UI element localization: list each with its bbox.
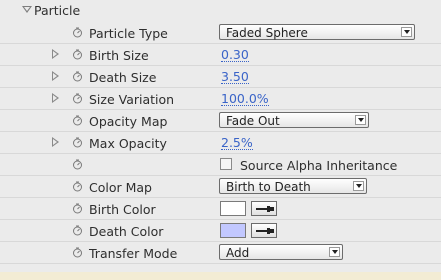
- dropdown-arrow-icon: [329, 247, 340, 257]
- row-source-alpha: Source Alpha Inheritance: [0, 154, 441, 176]
- stopwatch-icon[interactable]: [72, 71, 83, 82]
- row-death-color: Death Color: [0, 220, 441, 242]
- color-map-dropdown[interactable]: Birth to Death: [219, 178, 367, 194]
- birth-color-swatch[interactable]: [220, 201, 246, 216]
- eyedropper-icon: [256, 206, 274, 212]
- row-death-size: Death Size 3.50: [0, 66, 441, 88]
- stopwatch-icon[interactable]: [72, 115, 83, 126]
- birth-size-value[interactable]: 0.30: [221, 48, 249, 62]
- collapse-triangle-icon[interactable]: [22, 6, 32, 13]
- bottom-strip: [0, 272, 441, 280]
- row-opacity-map: Opacity Map Fade Out: [0, 110, 441, 132]
- source-alpha-checkbox[interactable]: [220, 158, 232, 170]
- row-transfer-mode: Transfer Mode Add: [0, 242, 441, 264]
- color-map-value: Birth to Death: [226, 180, 311, 194]
- expand-triangle-icon[interactable]: [52, 49, 59, 59]
- expand-triangle-icon[interactable]: [52, 71, 59, 81]
- stopwatch-icon[interactable]: [72, 93, 83, 104]
- stopwatch-icon[interactable]: [72, 225, 83, 236]
- stopwatch-icon[interactable]: [72, 247, 83, 258]
- row-birth-size: Birth Size 0.30: [0, 44, 441, 66]
- death-size-label: Death Size: [89, 70, 157, 85]
- death-color-label: Death Color: [89, 224, 164, 239]
- opacity-map-value: Fade Out: [226, 114, 280, 128]
- row-size-variation: Size Variation 100.0%: [0, 88, 441, 110]
- section-title: Particle: [34, 3, 81, 18]
- opacity-map-dropdown[interactable]: Fade Out: [219, 112, 369, 128]
- dropdown-arrow-icon: [401, 27, 412, 37]
- row-color-map: Color Map Birth to Death: [0, 176, 441, 198]
- particle-type-dropdown[interactable]: Faded Sphere: [219, 24, 415, 40]
- dropdown-arrow-icon: [353, 181, 364, 191]
- size-variation-value[interactable]: 100.0%: [221, 92, 269, 106]
- row-birth-color: Birth Color: [0, 198, 441, 220]
- source-alpha-label[interactable]: Source Alpha Inheritance: [240, 158, 397, 173]
- birth-color-label: Birth Color: [89, 202, 156, 217]
- eyedropper-icon: [256, 228, 274, 234]
- expand-triangle-icon[interactable]: [52, 93, 59, 103]
- stopwatch-icon[interactable]: [72, 203, 83, 214]
- birth-size-label: Birth Size: [89, 48, 149, 63]
- dropdown-arrow-icon: [355, 115, 366, 125]
- row-max-opacity: Max Opacity 2.5%: [0, 132, 441, 154]
- max-opacity-label: Max Opacity: [89, 136, 167, 151]
- transfer-mode-value: Add: [226, 246, 250, 260]
- death-color-swatch[interactable]: [220, 223, 246, 238]
- stopwatch-icon[interactable]: [72, 159, 83, 170]
- eyedropper-button[interactable]: [251, 223, 277, 238]
- expand-triangle-icon[interactable]: [52, 137, 59, 147]
- particle-type-value: Faded Sphere: [226, 26, 308, 40]
- opacity-map-label: Opacity Map: [89, 114, 168, 129]
- stopwatch-icon[interactable]: [72, 49, 83, 60]
- particle-type-label: Particle Type: [89, 26, 168, 41]
- row-particle-type: Particle Type Faded Sphere: [0, 22, 441, 44]
- stopwatch-icon[interactable]: [72, 27, 83, 38]
- transfer-mode-label: Transfer Mode: [89, 246, 178, 261]
- particle-section-header[interactable]: Particle: [0, 0, 441, 22]
- transfer-mode-dropdown[interactable]: Add: [219, 244, 343, 260]
- color-map-label: Color Map: [89, 180, 152, 195]
- effect-controls-panel: Particle Particle Type Faded Sphere Birt…: [0, 0, 441, 280]
- size-variation-label: Size Variation: [89, 92, 175, 107]
- eyedropper-button[interactable]: [251, 201, 277, 216]
- stopwatch-icon[interactable]: [72, 137, 83, 148]
- max-opacity-value[interactable]: 2.5%: [221, 136, 253, 150]
- death-size-value[interactable]: 3.50: [221, 70, 249, 84]
- stopwatch-icon[interactable]: [72, 181, 83, 192]
